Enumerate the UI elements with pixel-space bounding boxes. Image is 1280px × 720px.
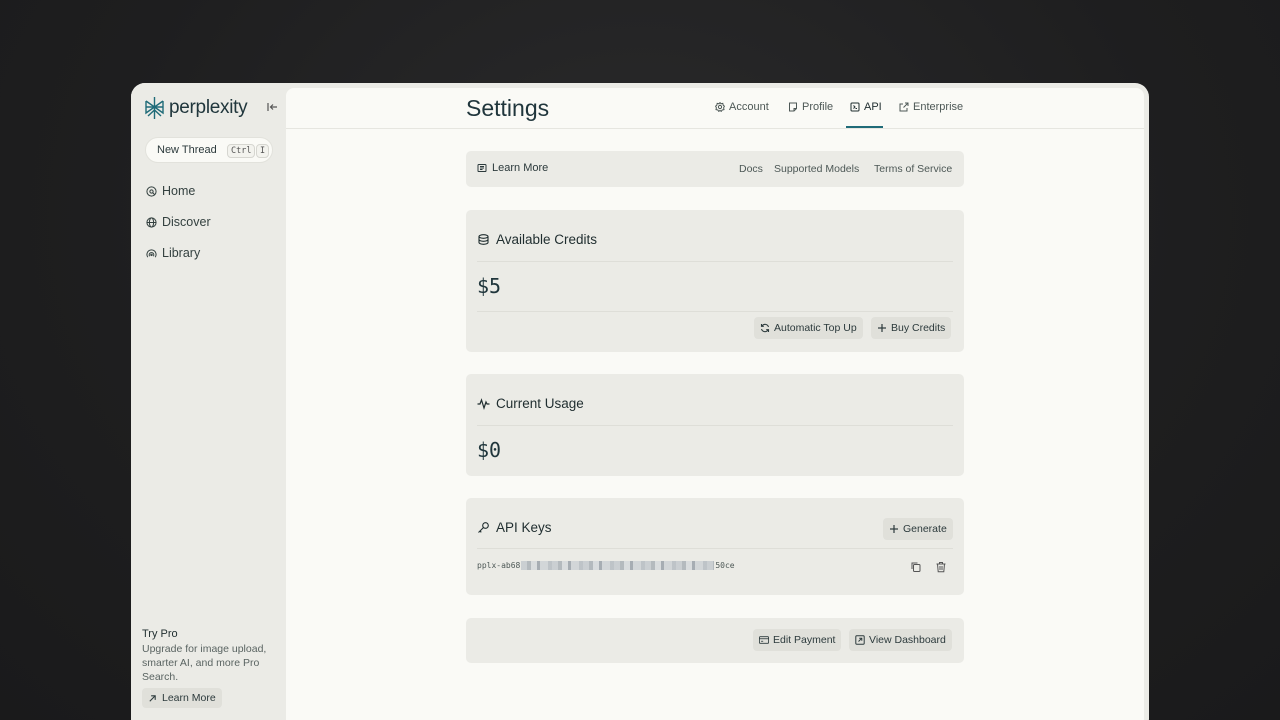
activity-icon: [477, 398, 490, 410]
button-label: Edit Payment: [773, 634, 836, 646]
buy-credits-button[interactable]: Buy Credits: [871, 317, 952, 339]
book-icon: [477, 164, 487, 172]
terms-of-service-link[interactable]: Terms of Service: [874, 163, 952, 175]
edit-payment-button[interactable]: Edit Payment: [753, 629, 842, 651]
available-credits-card: Available Credits $5 Automatic Top Up Bu…: [466, 210, 964, 352]
trash-icon: [936, 562, 946, 573]
sidebar-item-home[interactable]: Home: [146, 184, 195, 198]
usage-value: $0: [477, 438, 502, 462]
api-key-redacted: [521, 561, 715, 570]
copy-icon: [911, 562, 921, 572]
delete-key-button[interactable]: [935, 560, 947, 573]
divider: [477, 311, 953, 312]
button-label: View Dashboard: [869, 634, 946, 646]
card-title-label: API Keys: [496, 520, 552, 535]
generate-key-button[interactable]: Generate: [883, 518, 953, 540]
divider: [477, 548, 953, 549]
button-label: Automatic Top Up: [774, 322, 857, 334]
sidebar: perplexity New Thread Ctrl I Home Discov…: [131, 83, 286, 720]
sidebar-item-label: Library: [162, 246, 201, 260]
divider: [477, 425, 953, 426]
automatic-top-up-button[interactable]: Automatic Top Up: [754, 317, 863, 339]
sidebar-item-discover[interactable]: Discover: [146, 215, 211, 229]
tab-label: Account: [729, 101, 769, 113]
page-title: Settings: [466, 95, 550, 121]
header-divider: [286, 128, 1144, 129]
api-keys-card: API Keys Generate pplx-ab68 50ce: [466, 498, 964, 595]
card-title-label: Current Usage: [496, 396, 584, 411]
api-keys-title: API Keys: [477, 520, 552, 535]
button-label: Buy Credits: [891, 322, 946, 334]
tab-enterprise[interactable]: Enterprise: [899, 101, 963, 113]
external-link-icon: [899, 102, 909, 112]
shortcut-i-key: I: [256, 144, 270, 158]
try-pro-promo: Try Pro Upgrade for image upload, smarte…: [142, 628, 277, 708]
logo[interactable]: perplexity: [144, 96, 248, 120]
api-icon: [850, 102, 860, 112]
api-key-suffix: 50ce: [715, 561, 735, 570]
current-usage-card: Current Usage $0: [466, 374, 964, 476]
try-pro-learn-more-button[interactable]: Learn More: [142, 688, 222, 708]
billing-actions-card: Edit Payment View Dashboard: [466, 618, 964, 663]
learn-more-label: Learn More: [162, 692, 216, 704]
coins-icon: [478, 234, 489, 245]
view-dashboard-button[interactable]: View Dashboard: [849, 629, 952, 651]
copy-key-button[interactable]: [910, 560, 922, 572]
button-label: Generate: [903, 523, 947, 535]
gear-icon: [715, 102, 725, 112]
tab-account[interactable]: Account: [715, 101, 769, 113]
available-credits-title: Available Credits: [477, 232, 597, 247]
new-thread-button[interactable]: New Thread Ctrl I: [145, 137, 273, 163]
tab-api[interactable]: API: [850, 101, 882, 113]
sidebar-item-library[interactable]: Library: [146, 246, 200, 260]
new-thread-label: New Thread: [157, 144, 217, 156]
credits-value: $5: [477, 274, 502, 298]
logo-text: perplexity: [169, 97, 248, 118]
tab-label: Profile: [802, 101, 834, 113]
api-key-value: pplx-ab68 50ce: [477, 561, 735, 570]
shortcut-ctrl-key: Ctrl: [227, 144, 256, 158]
learn-more-link[interactable]: Learn More: [477, 162, 548, 174]
library-icon: [146, 248, 157, 257]
plus-icon: [878, 324, 886, 332]
key-icon: [478, 522, 489, 533]
perplexity-logo-icon: [145, 97, 164, 119]
api-key-prefix: pplx-ab68: [477, 561, 521, 570]
docs-link[interactable]: Docs: [739, 163, 763, 175]
home-icon: [146, 185, 157, 197]
globe-icon: [146, 216, 157, 228]
tab-label: Enterprise: [913, 101, 964, 113]
card-title-label: Available Credits: [496, 232, 598, 247]
divider: [477, 261, 953, 262]
refresh-icon: [760, 323, 770, 333]
try-pro-description: Upgrade for image upload, smarter AI, an…: [142, 643, 267, 683]
app-window: perplexity New Thread Ctrl I Home Discov…: [131, 83, 1149, 720]
collapse-sidebar-icon[interactable]: [265, 100, 279, 114]
tab-profile[interactable]: Profile: [788, 101, 833, 113]
sidebar-item-label: Home: [162, 184, 196, 198]
dashboard-link-icon: [855, 635, 865, 645]
plus-icon: [890, 525, 898, 533]
learn-more-label: Learn More: [492, 162, 549, 174]
try-pro-title: Try Pro: [142, 628, 178, 640]
supported-models-link[interactable]: Supported Models: [774, 163, 859, 175]
arrow-up-right-icon: [149, 694, 156, 702]
tab-label: API: [864, 101, 882, 113]
current-usage-title: Current Usage: [477, 396, 584, 411]
credit-card-icon: [759, 636, 769, 644]
links-bar: Learn More Docs Supported Models Terms o…: [466, 151, 964, 187]
sidebar-item-label: Discover: [162, 215, 211, 229]
main-content: Settings Account Profile API Enterprise: [286, 88, 1144, 720]
profile-icon: [789, 102, 797, 112]
